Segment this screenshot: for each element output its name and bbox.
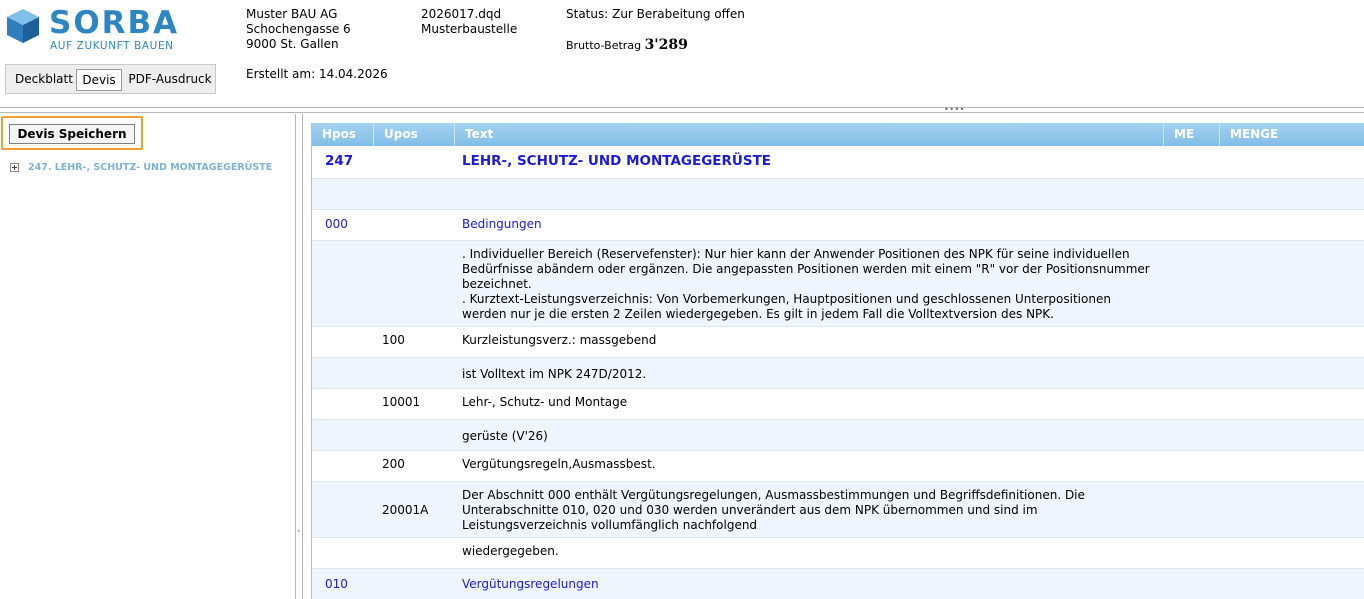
horizontal-splitter[interactable]: •••• [0, 105, 1364, 114]
cell-upos: 200 [382, 457, 405, 471]
cell-text: gerüste (V'26) [462, 429, 548, 443]
created-date: Erstellt am: 14.04.2026 [246, 67, 388, 81]
app-header: SORBA AUF ZUKUNFT BAUEN Deckblatt Devis … [0, 0, 1364, 104]
view-tabs: Deckblatt Devis PDF-Ausdruck [5, 64, 216, 94]
tree-item-247[interactable]: 247. LEHR-, SCHUTZ- UND MONTAGEGERÜSTE [10, 161, 295, 175]
brand-tagline: AUF ZUKUNFT BAUEN [50, 40, 174, 52]
collapse-arrow-icon[interactable]: ‹ [297, 526, 300, 535]
cell-text: Bedingungen [462, 217, 542, 231]
col-menge[interactable]: MENGE [1220, 123, 1364, 146]
cell-upos: 20001A [382, 503, 429, 517]
brand-name: SORBA [49, 5, 180, 41]
cell-text: Der Abschnitt 000 enthält Vergütungsrege… [462, 488, 1085, 532]
table-row[interactable]: 100 Kurzleistungsverz.: massgebend [312, 327, 1364, 358]
table-row[interactable]: 000 Bedingungen [312, 210, 1364, 241]
table-row[interactable]: 10001 Lehr-, Schutz- und Montage [312, 389, 1364, 420]
cell-text: Vergütungsregelungen [462, 577, 599, 591]
project-file: 2026017.dqd [421, 7, 502, 21]
col-me[interactable]: ME [1164, 123, 1220, 146]
project-site: Musterbaustelle [421, 22, 518, 36]
cell-hpos: 247 [325, 153, 354, 169]
cell-text: Kurzleistungsverz.: massgebend [462, 333, 657, 347]
grip-dots-icon: •••• [944, 105, 965, 114]
col-hpos[interactable]: Hpos [312, 123, 374, 146]
sorba-logo: SORBA AUF ZUKUNFT BAUEN [5, 5, 185, 55]
table-row[interactable]: 200 Vergütungsregeln,Ausmassbest. [312, 451, 1364, 482]
status-text: Status: Zur Berabeitung offen [566, 7, 745, 21]
amount-row: Brutto-Betrag 3'289 [566, 38, 688, 53]
tree-item-label[interactable]: 247. LEHR-, SCHUTZ- UND MONTAGEGERÜSTE [28, 161, 272, 174]
company-street: Schochengasse 6 [246, 22, 351, 36]
cell-text: Vergütungsregeln,Ausmassbest. [462, 457, 656, 471]
col-upos[interactable]: Upos [374, 123, 455, 146]
table-row[interactable]: gerüste (V'26) [312, 420, 1364, 451]
amount-value: 3'289 [644, 37, 688, 53]
cell-upos: 100 [382, 333, 405, 347]
tab-pdf-ausdruck[interactable]: PDF-Ausdruck [128, 69, 212, 91]
company-city: 9000 St. Gallen [246, 37, 339, 51]
cell-text: LEHR-, SCHUTZ- UND MONTAGEGERÜSTE [462, 153, 772, 169]
amount-label: Brutto-Betrag [566, 39, 642, 52]
company-name: Muster BAU AG [246, 7, 338, 21]
expand-plus-icon[interactable] [10, 163, 19, 172]
table-header: Hpos Upos Text ME MENGE [312, 123, 1364, 146]
cell-text: wiedergegeben. [462, 544, 559, 558]
cell-text: . Individueller Bereich (Reservefenster)… [462, 247, 1150, 321]
cell-text: Lehr-, Schutz- und Montage [462, 395, 628, 409]
sidebar: Devis Speichern 247. LEHR-, SCHUTZ- UND … [0, 114, 295, 599]
cell-hpos: 000 [325, 217, 348, 231]
table-row[interactable]: 247 LEHR-, SCHUTZ- UND MONTAGEGERÜSTE [312, 146, 1364, 179]
table-row[interactable]: . Individueller Bereich (Reservefenster)… [312, 241, 1364, 327]
vertical-splitter[interactable]: ‹ [295, 114, 303, 599]
col-text[interactable]: Text [455, 123, 1164, 146]
cell-text: ist Volltext im NPK 247D/2012. [462, 367, 647, 381]
cell-hpos: 010 [325, 577, 348, 591]
cell-upos: 10001 [382, 395, 421, 409]
table-row[interactable]: wiedergegeben. [312, 538, 1364, 569]
table-row[interactable] [312, 179, 1364, 210]
tab-deckblatt[interactable]: Deckblatt [11, 69, 77, 91]
tab-devis[interactable]: Devis [76, 69, 122, 91]
table-row[interactable]: ist Volltext im NPK 247D/2012. [312, 358, 1364, 389]
devis-speichern-button[interactable]: Devis Speichern [9, 124, 135, 144]
save-button-highlight: Devis Speichern [1, 116, 143, 150]
cube-logo-icon [7, 9, 39, 43]
table-row[interactable]: 010 Vergütungsregelungen [312, 569, 1364, 599]
table-row[interactable]: 20001A Der Abschnitt 000 enthält Vergütu… [312, 482, 1364, 538]
devis-table: Hpos Upos Text ME MENGE 247 LEHR-, SCHUT… [311, 123, 1364, 599]
